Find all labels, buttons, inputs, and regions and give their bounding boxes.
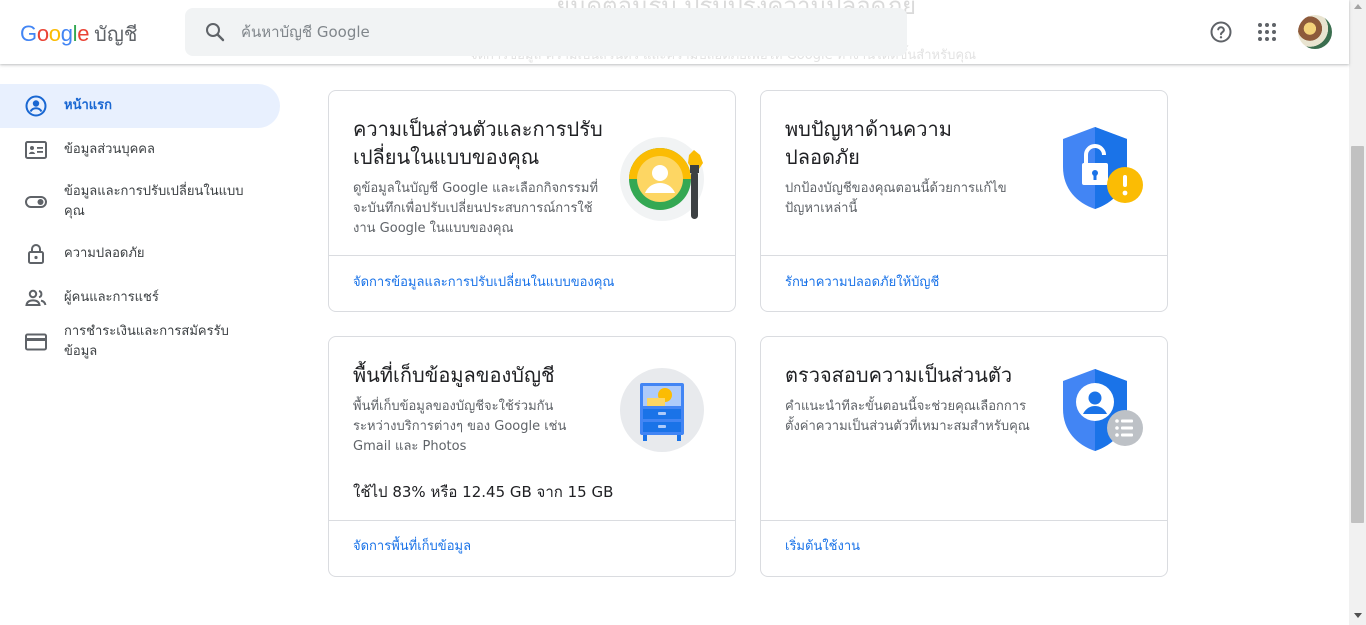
sidebar-item-people-sharing[interactable]: ผู้คนและการแชร์	[0, 276, 280, 320]
card-title: ตรวจสอบความเป็นส่วนตัว	[785, 363, 1013, 387]
search-icon[interactable]	[203, 20, 227, 44]
google-logo: Google	[20, 21, 90, 46]
credit-card-icon	[25, 333, 47, 351]
scroll-up-arrow-icon[interactable]	[1354, 4, 1362, 9]
account-storage-card: พื้นที่เก็บข้อมูลของบัญชี พื้นที่เก็บข้อ…	[328, 336, 736, 577]
search-input[interactable]	[241, 8, 881, 56]
card-description: คำแนะนำทีละขั้นตอนนี้จะช่วยคุณเลือกการตั…	[785, 399, 1030, 434]
card-divider	[329, 520, 735, 521]
storage-usage-text: ใช้ไป 83% หรือ 12.45 GB จาก 15 GB	[353, 483, 614, 501]
manage-data-personalization-link[interactable]: จัดการข้อมูลและการปรับเปลี่ยนในแบบของคุณ	[353, 273, 615, 293]
product-name: บัญชี	[94, 22, 138, 46]
personalization-illustration-icon	[620, 137, 704, 221]
id-card-icon	[25, 141, 47, 159]
account-home-page: ยินดีต้อนรับ ปรับปรุงความปลอดภัย จัดการข…	[0, 0, 1366, 625]
apps-grid-icon[interactable]	[1255, 20, 1279, 44]
sidebar-item-personal-info[interactable]: ข้อมูลส่วนบุคคล	[0, 128, 280, 172]
vertical-scrollbar[interactable]	[1349, 0, 1366, 625]
account-circle-icon	[25, 95, 47, 117]
top-app-bar: ยินดีต้อนรับ ปรับปรุงความปลอดภัย จัดการข…	[0, 0, 1349, 64]
google-account-logo[interactable]: Google บัญชี	[20, 18, 137, 50]
card-title: พื้นที่เก็บข้อมูลของบัญชี	[353, 363, 555, 387]
avatar[interactable]	[1298, 15, 1332, 49]
shield-person-list-icon	[1063, 369, 1143, 451]
help-circle-icon[interactable]	[1209, 20, 1233, 44]
card-title: พบปัญหาด้านความปลอดภัย	[785, 117, 952, 169]
toggle-icon	[25, 196, 47, 208]
sidebar-item-payments[interactable]: การชำระเงินและการสมัครรับข้อมูล	[0, 320, 280, 364]
sidebar-item-label: ความปลอดภัย	[64, 246, 145, 261]
scrollbar-thumb[interactable]	[1351, 146, 1364, 523]
search-bar[interactable]	[185, 8, 907, 56]
sidebar-item-label: ข้อมูลและการปรับเปลี่ยนในแบบคุณ	[64, 184, 244, 219]
get-started-link[interactable]: เริ่มต้นใช้งาน	[785, 537, 860, 557]
card-description: พื้นที่เก็บข้อมูลของบัญชีจะใช้ร่วมกันระห…	[353, 399, 567, 454]
sidebar-item-data-personalization[interactable]: ข้อมูลและการปรับเปลี่ยนในแบบคุณ	[0, 172, 280, 232]
card-divider	[329, 255, 735, 256]
privacy-personalization-card: ความเป็นส่วนตัวและการปรับเปลี่ยนในแบบของ…	[328, 90, 736, 312]
security-issues-card: พบปัญหาด้านความปลอดภัย ปกป้องบัญชีของคุณ…	[760, 90, 1168, 312]
secure-account-link[interactable]: รักษาความปลอดภัยให้บัญชี	[785, 273, 939, 293]
people-icon	[25, 289, 47, 306]
sidebar-item-home[interactable]: หน้าแรก	[0, 84, 280, 128]
card-title: ความเป็นส่วนตัวและการปรับเปลี่ยนในแบบของ…	[353, 117, 603, 169]
card-divider	[761, 520, 1167, 521]
sidebar-item-label: การชำระเงินและการสมัครรับข้อมูล	[64, 324, 229, 359]
scroll-down-arrow-icon[interactable]	[1354, 613, 1362, 618]
sidebar-nav: หน้าแรก ข้อมูลส่วนบุคคล ข้อมูลและการปรับ…	[0, 84, 280, 364]
manage-storage-link[interactable]: จัดการพื้นที่เก็บข้อมูล	[353, 537, 471, 557]
card-description: ปกป้องบัญชีของคุณตอนนี้ด้วยการแก้ไขปัญหา…	[785, 181, 1007, 216]
card-divider	[761, 255, 1167, 256]
sidebar-item-label: ผู้คนและการแชร์	[64, 290, 159, 305]
card-description: ดูข้อมูลในบัญชี Google และเลือกกิจกรรมที…	[353, 181, 599, 236]
sidebar-item-label: ข้อมูลส่วนบุคคล	[64, 142, 155, 157]
lock-icon	[28, 244, 44, 264]
storage-cabinet-icon	[620, 368, 704, 452]
privacy-checkup-card: ตรวจสอบความเป็นส่วนตัว คำแนะนำทีละขั้นตอ…	[760, 336, 1168, 577]
sidebar-item-security[interactable]: ความปลอดภัย	[0, 232, 280, 276]
sidebar-item-label: หน้าแรก	[64, 98, 112, 113]
shield-lock-warning-icon	[1063, 127, 1143, 209]
